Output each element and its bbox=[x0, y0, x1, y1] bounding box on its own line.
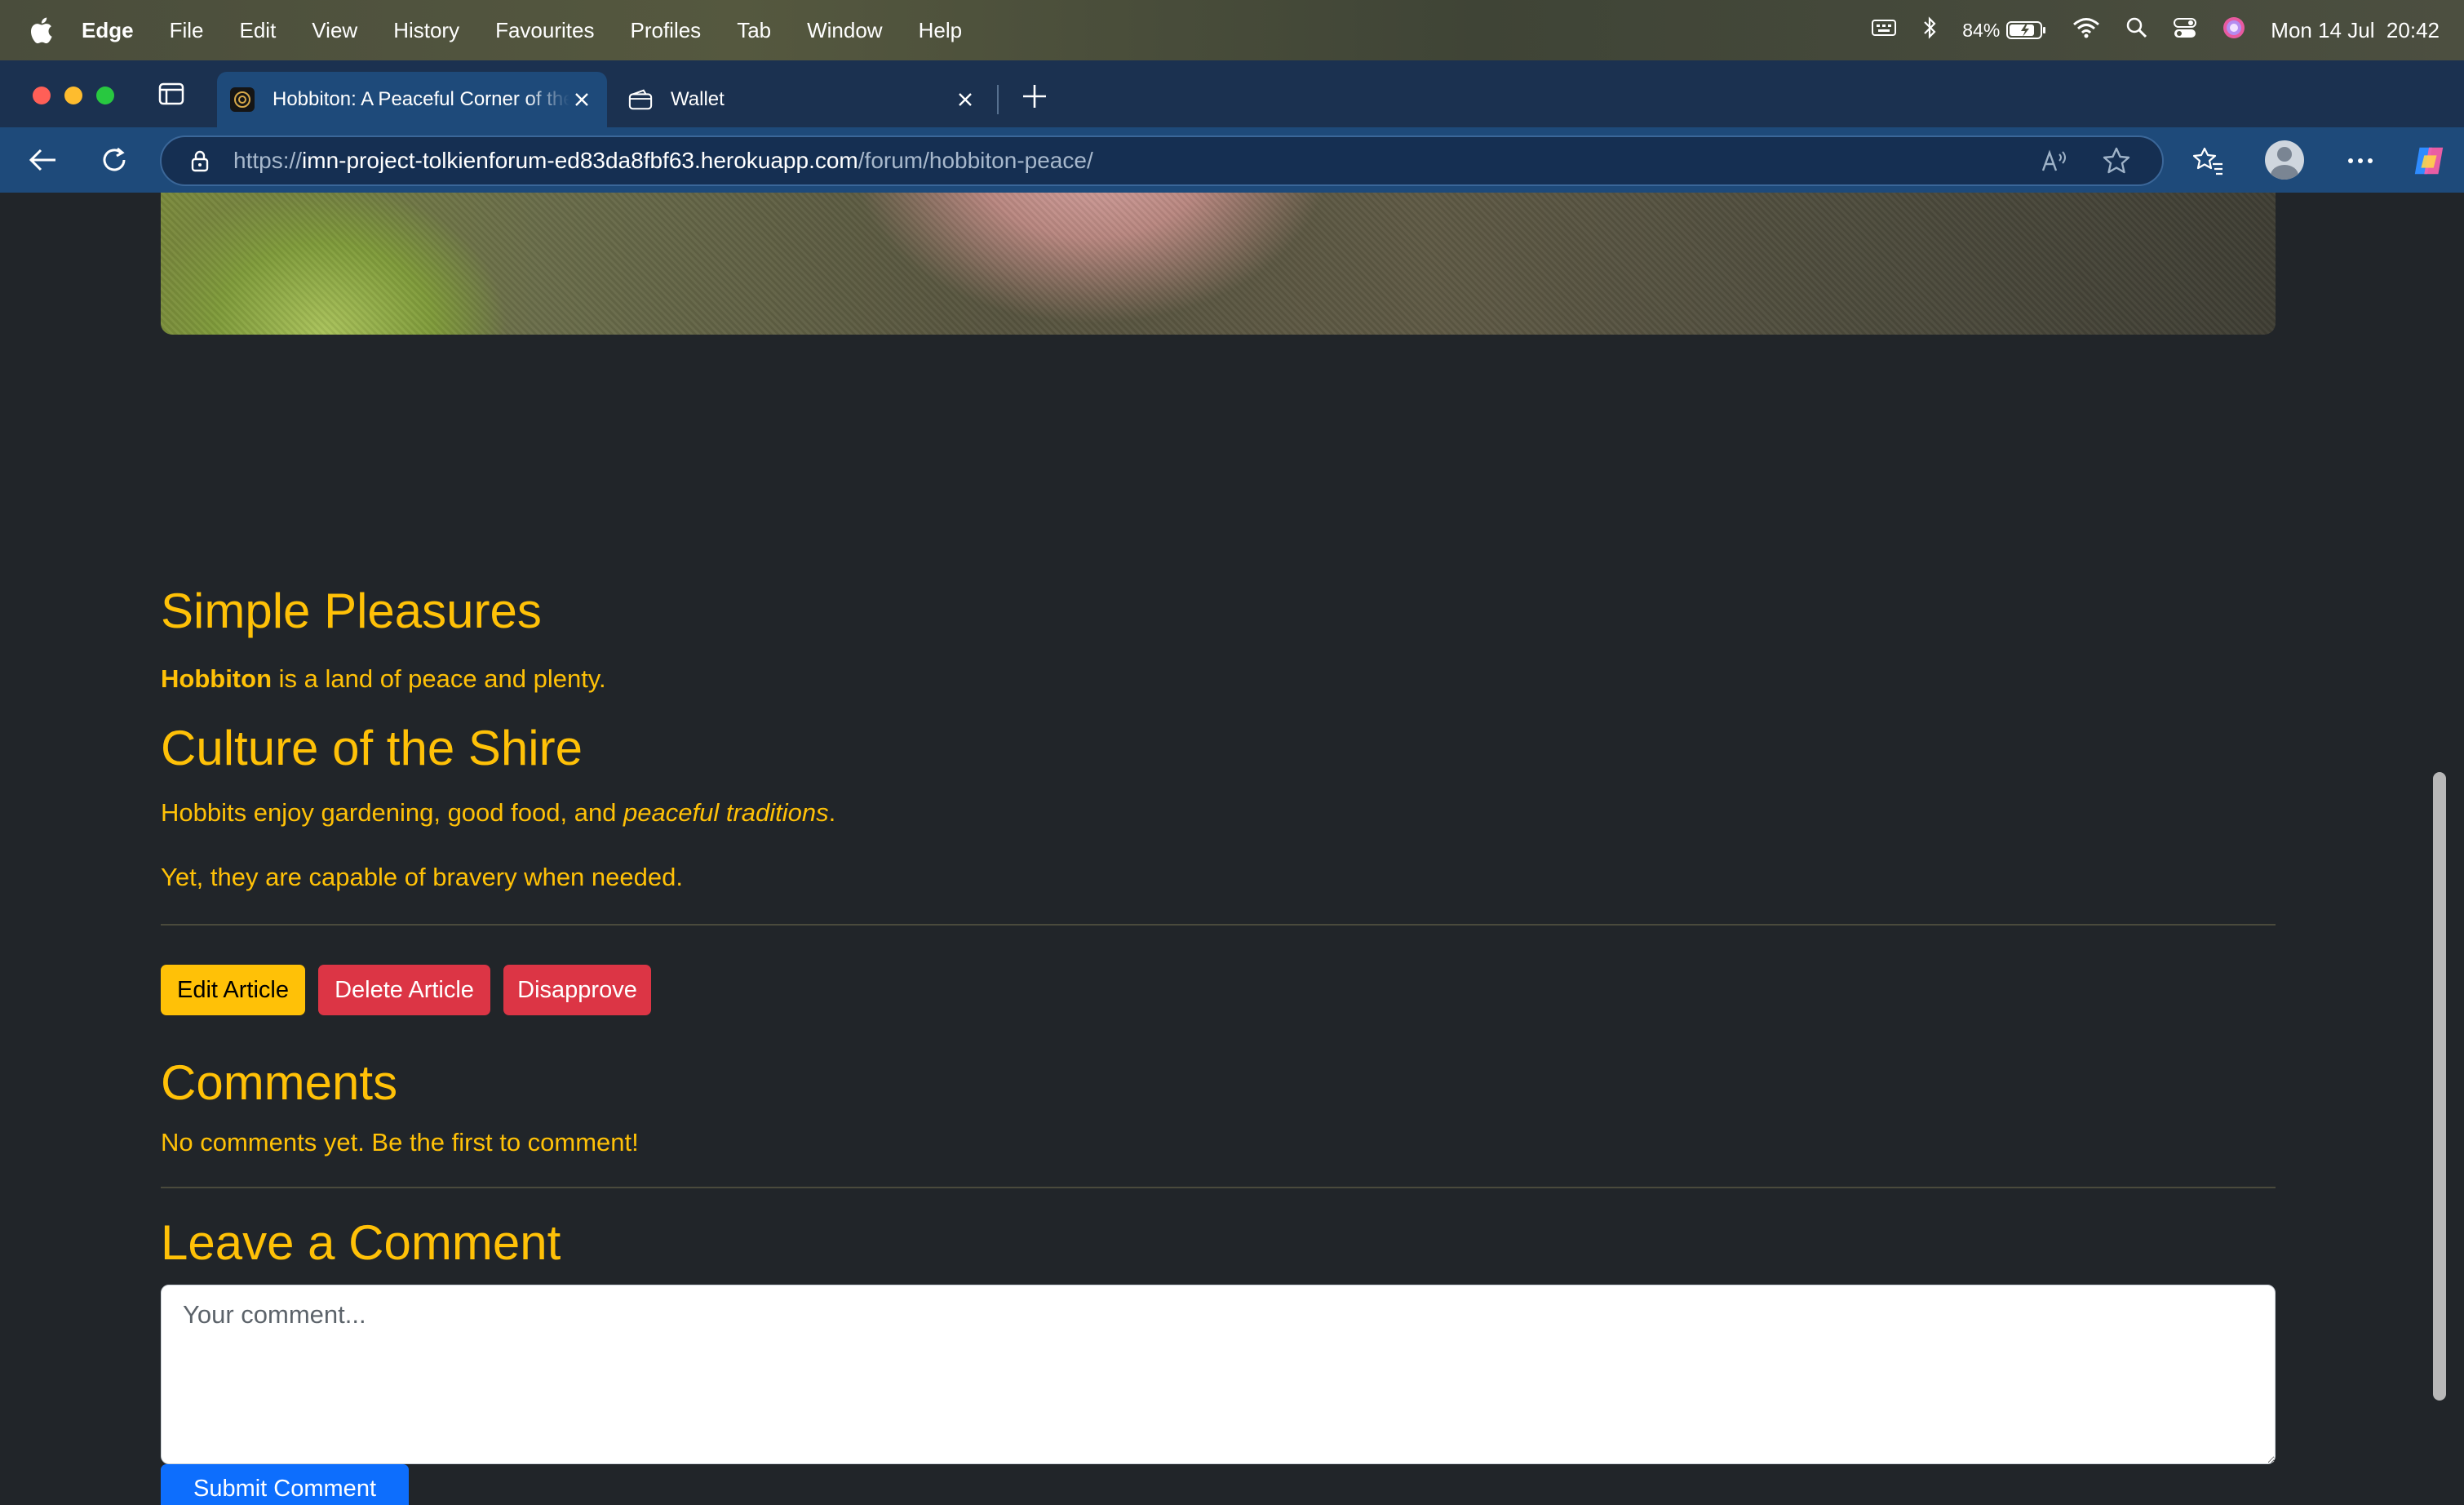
delete-article-button[interactable]: Delete Article bbox=[318, 965, 490, 1015]
section1-text: is a land of peace and plenty. bbox=[272, 664, 606, 693]
refresh-icon[interactable] bbox=[98, 144, 131, 176]
siri-icon[interactable] bbox=[2222, 16, 2246, 46]
apple-icon[interactable] bbox=[0, 16, 82, 44]
wifi-icon[interactable] bbox=[2072, 16, 2101, 45]
clock[interactable]: Mon 14 Jul 20:42 bbox=[2271, 18, 2440, 43]
article-hero-image bbox=[161, 193, 2276, 335]
address-bar[interactable]: https://imn-project-tolkienforum-ed83da8… bbox=[160, 135, 2164, 186]
browser-toolbar: https://imn-project-tolkienforum-ed83da8… bbox=[0, 127, 2464, 193]
close-tab-icon[interactable] bbox=[569, 87, 594, 112]
edit-article-button[interactable]: Edit Article bbox=[161, 965, 305, 1015]
avatar-head bbox=[2277, 147, 2292, 162]
control-center-icon[interactable] bbox=[2173, 16, 2197, 45]
wallet-icon bbox=[628, 87, 653, 112]
menu-edit[interactable]: Edit bbox=[239, 18, 276, 43]
copilot-icon[interactable] bbox=[2412, 144, 2446, 178]
read-aloud-icon[interactable] bbox=[2038, 144, 2071, 177]
tab-title: Hobbiton: A Peaceful Corner of the Shire bbox=[273, 88, 569, 110]
spotlight-search-icon[interactable] bbox=[2125, 16, 2148, 45]
tab-divider bbox=[997, 85, 999, 114]
macos-menu-bar: Edge File Edit View History Favourites P… bbox=[0, 0, 2464, 60]
menu-app-name[interactable]: Edge bbox=[82, 18, 134, 43]
window-controls bbox=[33, 87, 114, 104]
lock-icon[interactable] bbox=[188, 149, 212, 173]
tab-strip: Hobbiton: A Peaceful Corner of the Shire… bbox=[0, 60, 2464, 127]
section-heading-culture: Culture of the Shire bbox=[161, 721, 583, 775]
tab-wallet[interactable]: Wallet bbox=[615, 72, 990, 127]
menu-tab[interactable]: Tab bbox=[737, 18, 771, 43]
zoom-window-button[interactable] bbox=[96, 87, 114, 104]
section1-paragraph: Hobbiton is a land of peace and plenty. bbox=[161, 664, 606, 694]
no-comments-text: No comments yet. Be the first to comment… bbox=[161, 1128, 639, 1156]
menu-history[interactable]: History bbox=[393, 18, 459, 43]
section1-bold-term: Hobbiton bbox=[161, 664, 273, 693]
tab-title: Wallet bbox=[671, 88, 725, 110]
back-arrow-icon[interactable] bbox=[26, 144, 59, 176]
divider bbox=[161, 1187, 2276, 1188]
url-text: https://imn-project-tolkienforum-ed83da8… bbox=[233, 148, 2038, 174]
battery-icon bbox=[2006, 21, 2046, 39]
minimize-window-button[interactable] bbox=[64, 87, 82, 104]
profile-avatar[interactable] bbox=[2265, 140, 2304, 180]
leave-comment-heading: Leave a Comment bbox=[161, 1215, 561, 1270]
menu-help[interactable]: Help bbox=[919, 18, 962, 43]
section2-text-b: . bbox=[828, 798, 836, 827]
menu-file[interactable]: File bbox=[170, 18, 204, 43]
divider bbox=[161, 924, 2276, 926]
url-scheme: https:// bbox=[233, 148, 303, 173]
new-tab-icon[interactable] bbox=[1020, 82, 1049, 111]
favourites-icon[interactable] bbox=[2191, 144, 2226, 178]
close-window-button[interactable] bbox=[33, 87, 51, 104]
page-scrollbar[interactable] bbox=[2433, 772, 2446, 1401]
battery-status[interactable]: 84% bbox=[1962, 20, 2047, 42]
close-tab-icon[interactable] bbox=[953, 87, 977, 112]
section2-italic: peaceful traditions bbox=[623, 798, 829, 827]
menu-favourites[interactable]: Favourites bbox=[495, 18, 594, 43]
menu-profiles[interactable]: Profiles bbox=[630, 18, 701, 43]
tab-hobbiton[interactable]: Hobbiton: A Peaceful Corner of the Shire bbox=[217, 72, 607, 127]
keyboard-input-icon[interactable] bbox=[1871, 18, 1897, 43]
section2-paragraph-2: Yet, they are capable of bravery when ne… bbox=[161, 863, 683, 891]
url-path: /forum/hobbiton-peace/ bbox=[858, 148, 1093, 173]
avatar-body bbox=[2271, 165, 2298, 180]
site-favicon-icon bbox=[230, 87, 255, 112]
menu-view[interactable]: View bbox=[312, 18, 357, 43]
page-viewport: Simple Pleasures Hobbiton is a land of p… bbox=[0, 193, 2464, 1505]
battery-percentage: 84% bbox=[1962, 19, 2001, 41]
more-options-icon[interactable] bbox=[2343, 144, 2378, 178]
bluetooth-icon[interactable] bbox=[1921, 16, 1938, 46]
tab-actions-icon[interactable] bbox=[158, 82, 184, 106]
section2-text-a: Hobbits enjoy gardening, good food, and bbox=[161, 798, 624, 827]
add-favourite-star-icon[interactable] bbox=[2100, 144, 2133, 177]
menu-window[interactable]: Window bbox=[807, 18, 882, 43]
comments-heading: Comments bbox=[161, 1055, 398, 1110]
section2-paragraph: Hobbits enjoy gardening, good food, and … bbox=[161, 798, 835, 828]
submit-comment-button[interactable]: Submit Comment bbox=[161, 1464, 409, 1505]
section-heading-simple-pleasures: Simple Pleasures bbox=[161, 584, 542, 638]
comment-textarea[interactable] bbox=[161, 1285, 2276, 1464]
disapprove-button[interactable]: Disapprove bbox=[503, 965, 651, 1015]
url-host: imn-project-tolkienforum-ed83da8fbf63.he… bbox=[302, 148, 858, 173]
